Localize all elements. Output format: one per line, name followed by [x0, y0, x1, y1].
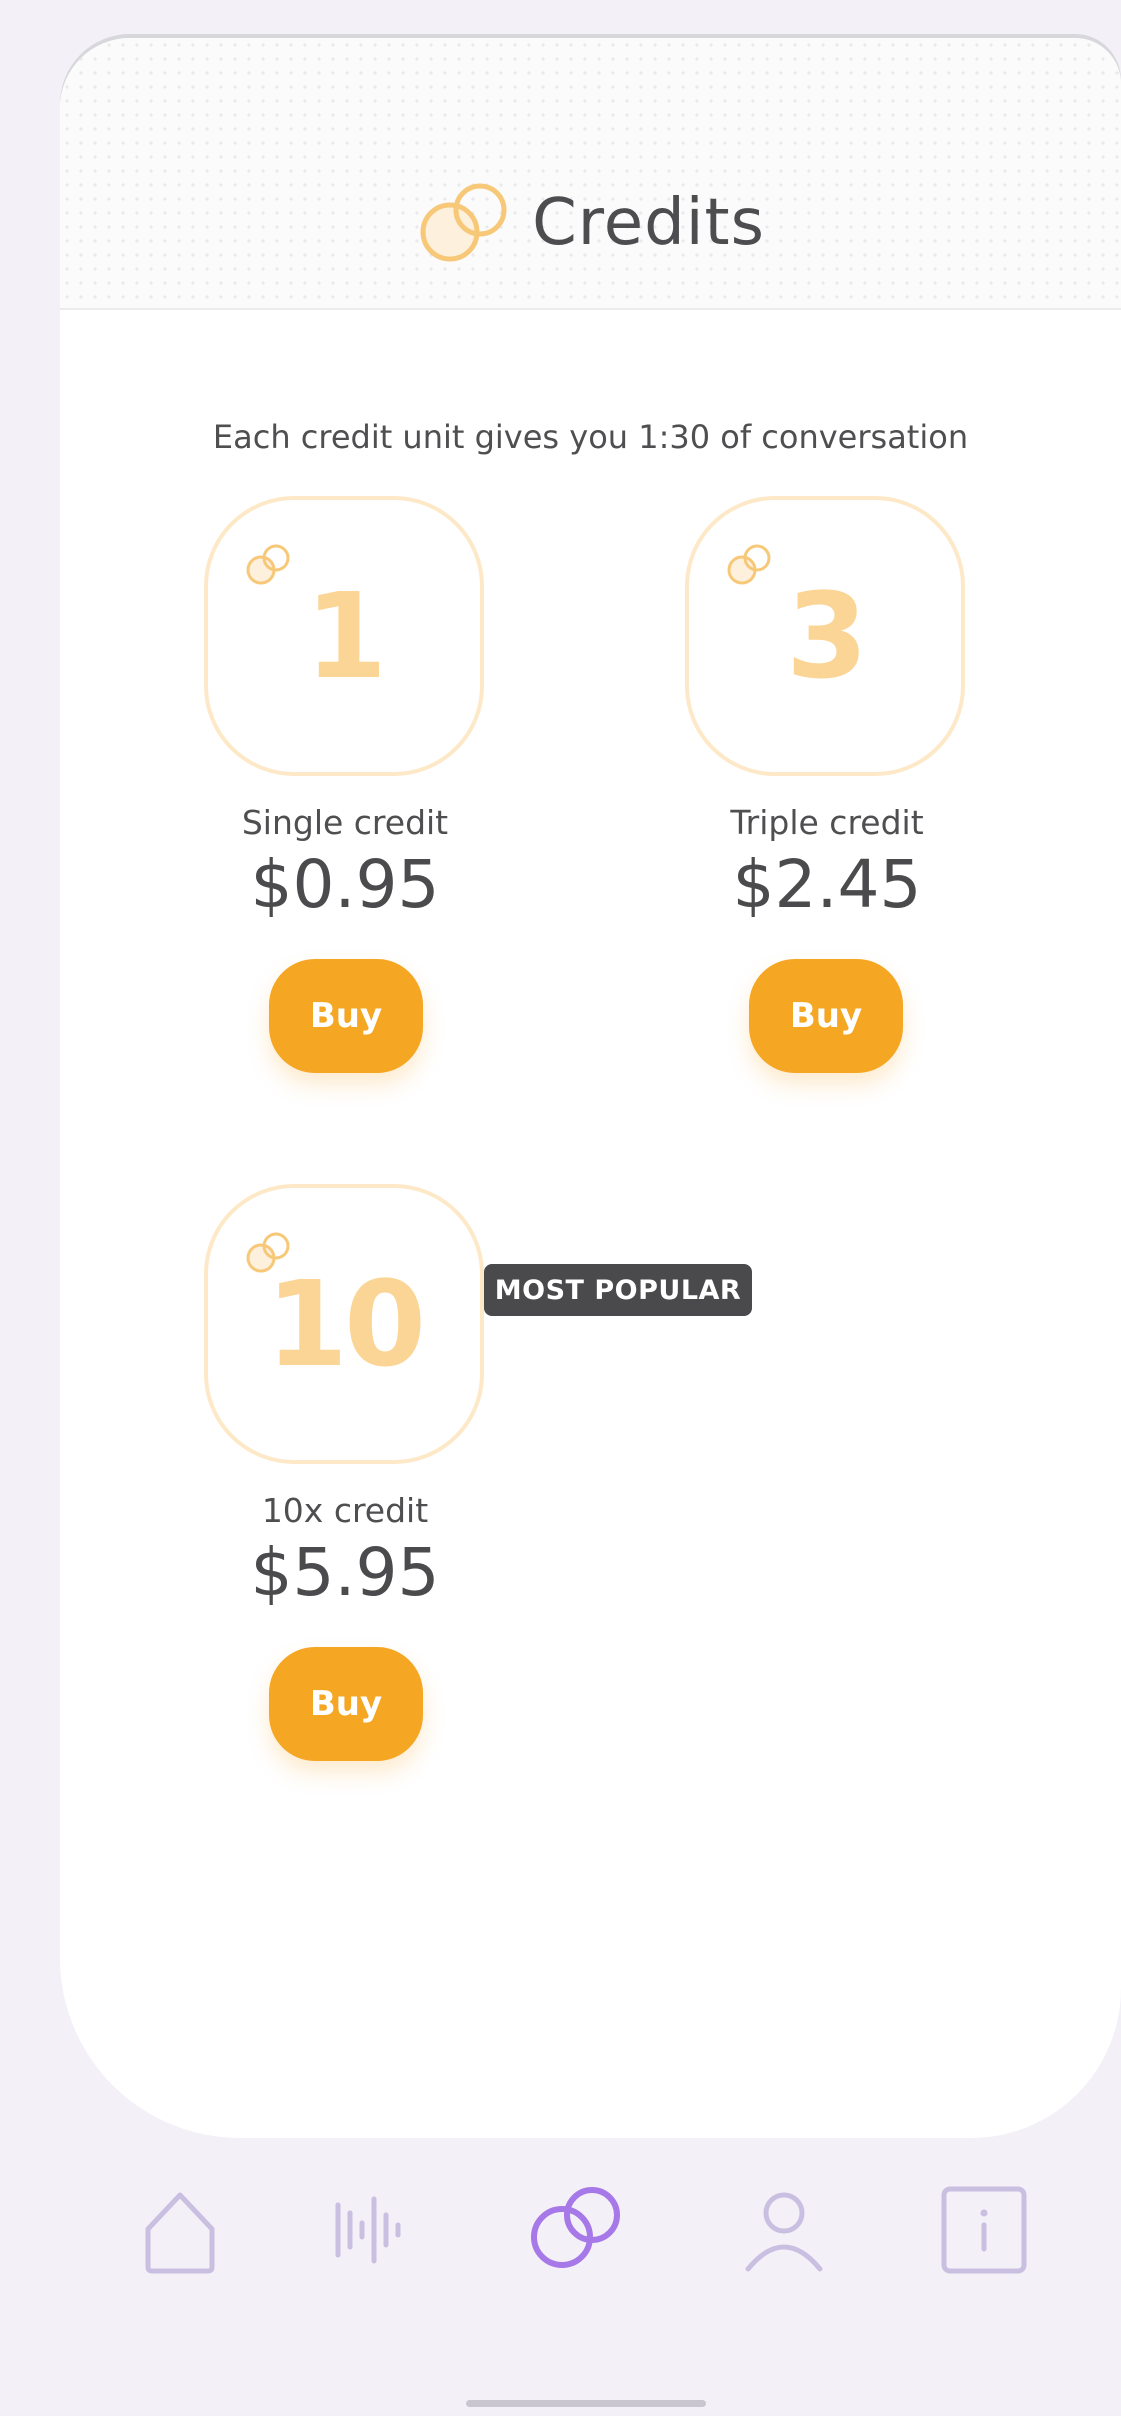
- buy-triple-button[interactable]: Buy: [749, 959, 903, 1073]
- credit-count: 10: [265, 1255, 426, 1393]
- nav-info[interactable]: [940, 2185, 1028, 2279]
- profile-icon: [745, 2192, 823, 2272]
- home-icon: [145, 2192, 215, 2274]
- nav-profile[interactable]: [742, 2185, 826, 2279]
- subtitle: Each credit unit gives you 1:30 of conve…: [212, 418, 969, 456]
- package-name: Triple credit: [730, 803, 924, 842]
- nav-credits[interactable]: [526, 2185, 626, 2279]
- credits-logo-icon: [416, 180, 512, 266]
- header: Credits: [60, 38, 1121, 310]
- buy-single-button[interactable]: Buy: [269, 959, 423, 1073]
- credit-count: 3: [785, 567, 868, 705]
- buy-10x-button[interactable]: Buy: [269, 1647, 423, 1761]
- package-tile-single: 1: [204, 496, 484, 776]
- title-bar: Credits: [60, 173, 1121, 273]
- package-price: $0.95: [250, 846, 440, 923]
- credit-count: 1: [304, 567, 387, 705]
- package-name: 10x credit: [261, 1491, 429, 1530]
- audio-wave-icon: [335, 2196, 401, 2264]
- credits-card: Credits Each credit unit gives you 1:30 …: [60, 38, 1121, 2138]
- package-price: $5.95: [250, 1534, 440, 1611]
- home-indicator: [466, 2400, 706, 2407]
- package-tile-10x: 10: [204, 1184, 484, 1464]
- nav-voice[interactable]: [330, 2185, 410, 2279]
- package-tile-triple: 3: [685, 496, 965, 776]
- nav-home[interactable]: [140, 2185, 220, 2279]
- page-title: Credits: [532, 186, 765, 260]
- most-popular-badge: MOST POPULAR: [484, 1264, 752, 1316]
- info-icon: [941, 2186, 1027, 2274]
- credits-icon: [531, 2187, 620, 2268]
- package-price: $2.45: [732, 846, 922, 923]
- package-name: Single credit: [241, 803, 449, 842]
